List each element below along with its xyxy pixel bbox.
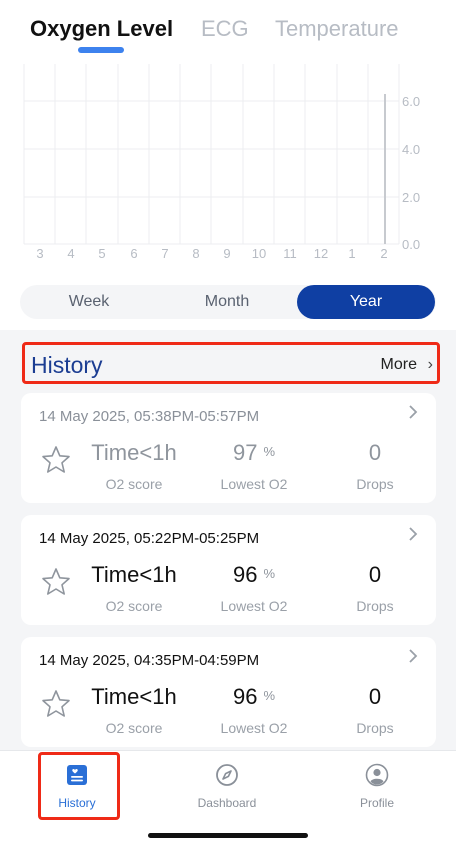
drops-label: Drops <box>356 598 394 614</box>
history-title: History <box>31 352 103 378</box>
percent-unit: % <box>263 688 276 703</box>
nav-history-highlight-box <box>38 752 120 820</box>
chevron-right-icon <box>409 527 418 541</box>
lowest-o2-value: 96% <box>201 684 307 710</box>
drops-label: Drops <box>356 476 394 492</box>
x-tick-label: 6 <box>130 246 137 261</box>
record-time-range: 14 May 2025, 04:35PM-04:59PM <box>39 652 260 669</box>
y-tick-label: 6.0 <box>402 94 420 109</box>
lowest-o2-number: 97 <box>232 440 258 465</box>
tab-ecg[interactable]: ECG <box>201 14 249 44</box>
nav-profile[interactable]: Profile <box>322 751 432 821</box>
drops-label: Drops <box>356 720 394 736</box>
o2-score-label: O2 score <box>105 598 163 614</box>
y-axis-labels: 6.0 4.0 2.0 0.0 <box>402 94 420 252</box>
x-tick-label: 10 <box>252 246 266 261</box>
chevron-right-icon[interactable]: › <box>428 356 433 374</box>
history-record-card[interactable]: 14 May 2025, 05:22PM-05:25PM Time<1h O2 … <box>21 515 436 625</box>
x-tick-label: 4 <box>67 246 74 261</box>
x-tick-label: 1 <box>348 246 355 261</box>
lowest-o2-label: Lowest O2 <box>220 720 288 736</box>
star-icon[interactable] <box>41 445 71 475</box>
history-record-card[interactable]: 14 May 2025, 04:35PM-04:59PM Time<1h O2 … <box>21 637 436 747</box>
record-time-range: 14 May 2025, 05:38PM-05:57PM <box>39 408 260 425</box>
y-tick-label: 4.0 <box>402 142 420 157</box>
star-icon[interactable] <box>41 689 71 719</box>
lowest-o2-label: Lowest O2 <box>220 598 288 614</box>
active-tab-indicator <box>78 47 124 53</box>
y-tick-label: 2.0 <box>402 190 420 205</box>
drops-value: 0 <box>368 562 382 587</box>
o2-score-value: Time<1h <box>91 562 177 587</box>
o2-score-label: O2 score <box>105 720 163 736</box>
chart-grid <box>23 64 400 245</box>
lowest-o2-value: 96% <box>201 562 307 588</box>
metric-tabs: Oxygen Level ECG Temperature <box>0 0 456 60</box>
oxygen-chart: 3 4 5 6 7 8 9 10 11 12 1 2 6.0 4.0 2.0 0… <box>0 58 456 268</box>
home-indicator[interactable] <box>148 833 308 838</box>
more-link[interactable]: More <box>381 356 417 374</box>
star-icon[interactable] <box>41 567 71 597</box>
period-month[interactable]: Month <box>158 285 296 319</box>
lowest-o2-label: Lowest O2 <box>220 476 288 492</box>
lowest-o2-number: 96 <box>232 684 258 709</box>
record-time-range: 14 May 2025, 05:22PM-05:25PM <box>39 530 260 547</box>
compass-icon <box>216 764 238 786</box>
x-tick-label: 9 <box>223 246 230 261</box>
x-tick-label: 3 <box>36 246 43 261</box>
drops-value: 0 <box>368 440 382 465</box>
nav-profile-label: Profile <box>359 796 394 810</box>
top-panel: Oxygen Level ECG Temperature 3 4 5 6 7 8… <box>0 0 456 330</box>
chevron-right-icon <box>409 649 418 663</box>
o2-score-value: Time<1h <box>91 684 177 709</box>
chart-svg: 3 4 5 6 7 8 9 10 11 12 1 2 6.0 4.0 2.0 0… <box>23 64 420 261</box>
tab-oxygen-level[interactable]: Oxygen Level <box>30 14 173 44</box>
percent-unit: % <box>263 444 276 459</box>
lowest-o2-number: 96 <box>232 562 258 587</box>
profile-icon <box>365 763 389 787</box>
x-axis-labels: 3 4 5 6 7 8 9 10 11 12 1 2 <box>36 246 387 261</box>
percent-unit: % <box>263 566 276 581</box>
x-tick-label: 5 <box>98 246 105 261</box>
o2-score-label: O2 score <box>105 476 163 492</box>
nav-dashboard-label: Dashboard <box>197 796 257 810</box>
period-year[interactable]: Year <box>297 285 435 319</box>
history-header: History More › <box>22 342 440 384</box>
tab-temperature[interactable]: Temperature <box>275 14 399 44</box>
drops-value: 0 <box>368 684 382 709</box>
chevron-right-icon <box>409 405 418 419</box>
period-week[interactable]: Week <box>20 285 158 319</box>
y-tick-label: 0.0 <box>402 237 420 252</box>
x-tick-label: 7 <box>161 246 168 261</box>
nav-dashboard[interactable]: Dashboard <box>172 751 282 821</box>
x-tick-label: 11 <box>283 246 297 261</box>
history-record-card[interactable]: 14 May 2025, 05:38PM-05:57PM Time<1h O2 … <box>21 393 436 503</box>
x-tick-label: 2 <box>380 246 387 261</box>
lowest-o2-value: 97% <box>201 440 307 466</box>
period-selector: Week Month Year <box>20 285 436 319</box>
x-tick-label: 8 <box>192 246 199 261</box>
o2-score-value: Time<1h <box>91 440 177 465</box>
x-tick-label: 12 <box>314 246 328 261</box>
